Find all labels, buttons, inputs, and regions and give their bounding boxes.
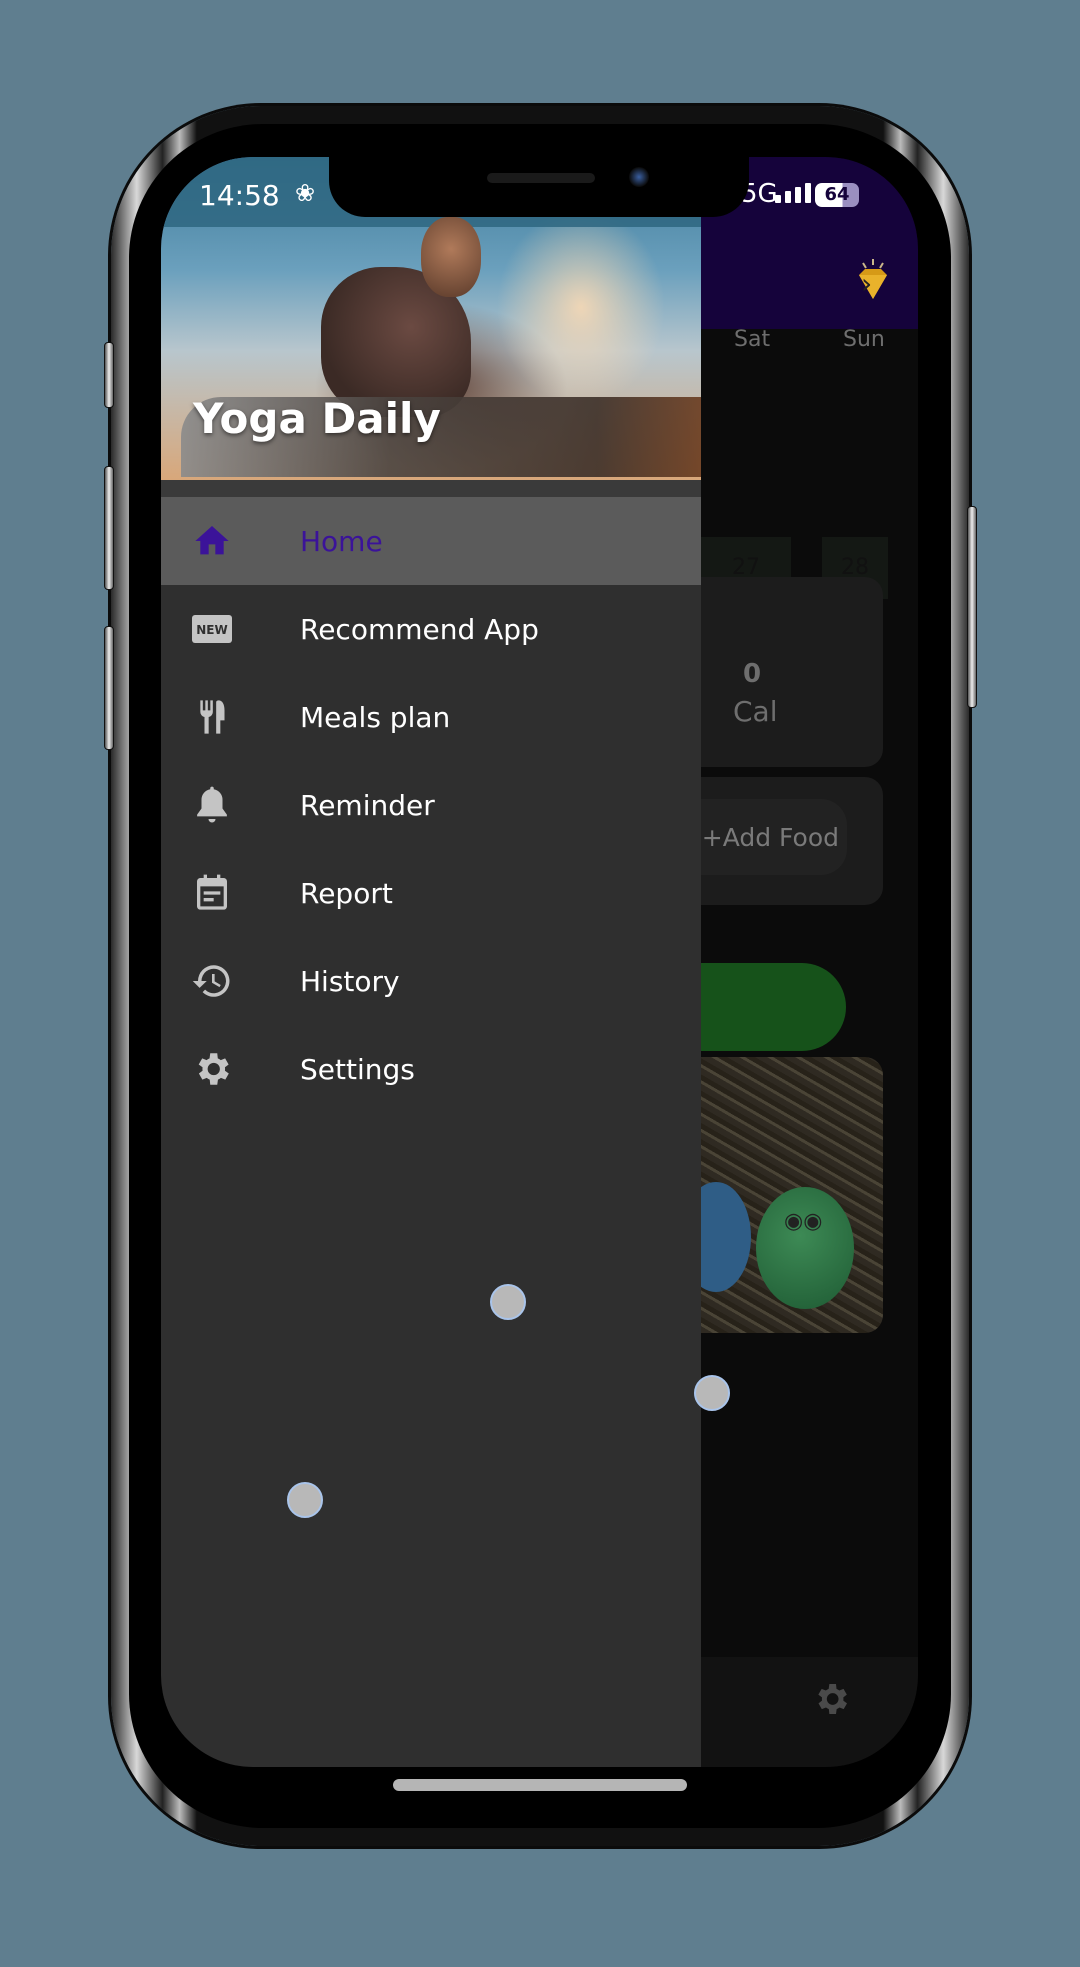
menu-item-report[interactable]: Report: [161, 849, 701, 937]
side-button-power: [967, 506, 977, 708]
front-camera: [629, 167, 649, 187]
menu-item-reminder[interactable]: Reminder: [161, 761, 701, 849]
side-button-volume-down: [104, 626, 114, 750]
bell-icon: [191, 784, 233, 826]
blue-egg: [701, 1182, 751, 1292]
navigation-drawer: Yoga Daily Home NEW Recommend App Meals: [161, 157, 701, 1767]
add-food-button[interactable]: +Add Food: [701, 799, 847, 875]
green-action-button[interactable]: [701, 963, 846, 1051]
svg-text:NEW: NEW: [196, 623, 227, 637]
next-week-icon[interactable]: ›: [861, 267, 872, 300]
new-badge-icon: NEW: [191, 608, 233, 650]
screen: › Sat Sun 27 28 Sat Sun › 0 Cal +Add Foo…: [161, 157, 918, 1767]
day-label-sat: Sat: [734, 327, 771, 352]
gear-icon: [191, 1048, 233, 1090]
drawer-menu: Home NEW Recommend App Meals plan Remind…: [161, 497, 701, 1113]
menu-item-label: History: [300, 964, 400, 998]
status-time: 14:58: [199, 179, 280, 212]
food-card: +Add Food: [701, 777, 883, 905]
menu-item-label: Home: [300, 524, 383, 558]
menu-item-home[interactable]: Home: [161, 497, 701, 585]
calories-value: 0: [743, 659, 762, 689]
calories-card: 0 Cal: [701, 577, 883, 767]
menu-item-label: Settings: [300, 1052, 415, 1086]
bottom-navigation: [701, 1657, 918, 1767]
menu-item-history[interactable]: History: [161, 937, 701, 1025]
gear-icon[interactable]: [811, 1679, 851, 1719]
touch-indicator: [287, 1482, 323, 1518]
home-icon: [191, 520, 233, 562]
calendar-report-icon: [191, 872, 233, 914]
side-button-mute: [104, 342, 114, 408]
egg-face-icon: ◉◉: [784, 1209, 823, 1234]
green-egg: ◉◉: [756, 1187, 854, 1309]
menu-item-label: Reminder: [300, 788, 435, 822]
menu-item-recommend-app[interactable]: NEW Recommend App: [161, 585, 701, 673]
touch-indicator: [694, 1375, 730, 1411]
notch: [329, 157, 749, 217]
earpiece-speaker: [487, 173, 595, 183]
signal-strength-icon: [775, 183, 811, 203]
pinwheel-notification-icon: ❀: [295, 179, 316, 207]
menu-item-meals-plan[interactable]: Meals plan: [161, 673, 701, 761]
fork-knife-icon: [191, 696, 233, 738]
menu-item-label: Meals plan: [300, 700, 451, 734]
menu-item-label: Recommend App: [300, 612, 539, 646]
app-title: Yoga Daily: [193, 394, 441, 443]
menu-item-label: Report: [300, 876, 393, 910]
diamond-premium-icon[interactable]: [851, 257, 895, 305]
home-indicator[interactable]: [393, 1779, 687, 1791]
header-divider: [161, 480, 701, 498]
touch-indicator: [490, 1284, 526, 1320]
menu-item-settings[interactable]: Settings: [161, 1025, 701, 1113]
side-button-volume-up: [104, 466, 114, 590]
day-label-sun: Sun: [843, 327, 885, 352]
hero-figure-head: [421, 217, 481, 297]
calories-unit: Cal: [733, 695, 778, 728]
history-icon: [191, 960, 233, 1002]
eggs-banner-image[interactable]: ◉◉: [701, 1057, 883, 1333]
battery-indicator: 64: [815, 183, 859, 207]
